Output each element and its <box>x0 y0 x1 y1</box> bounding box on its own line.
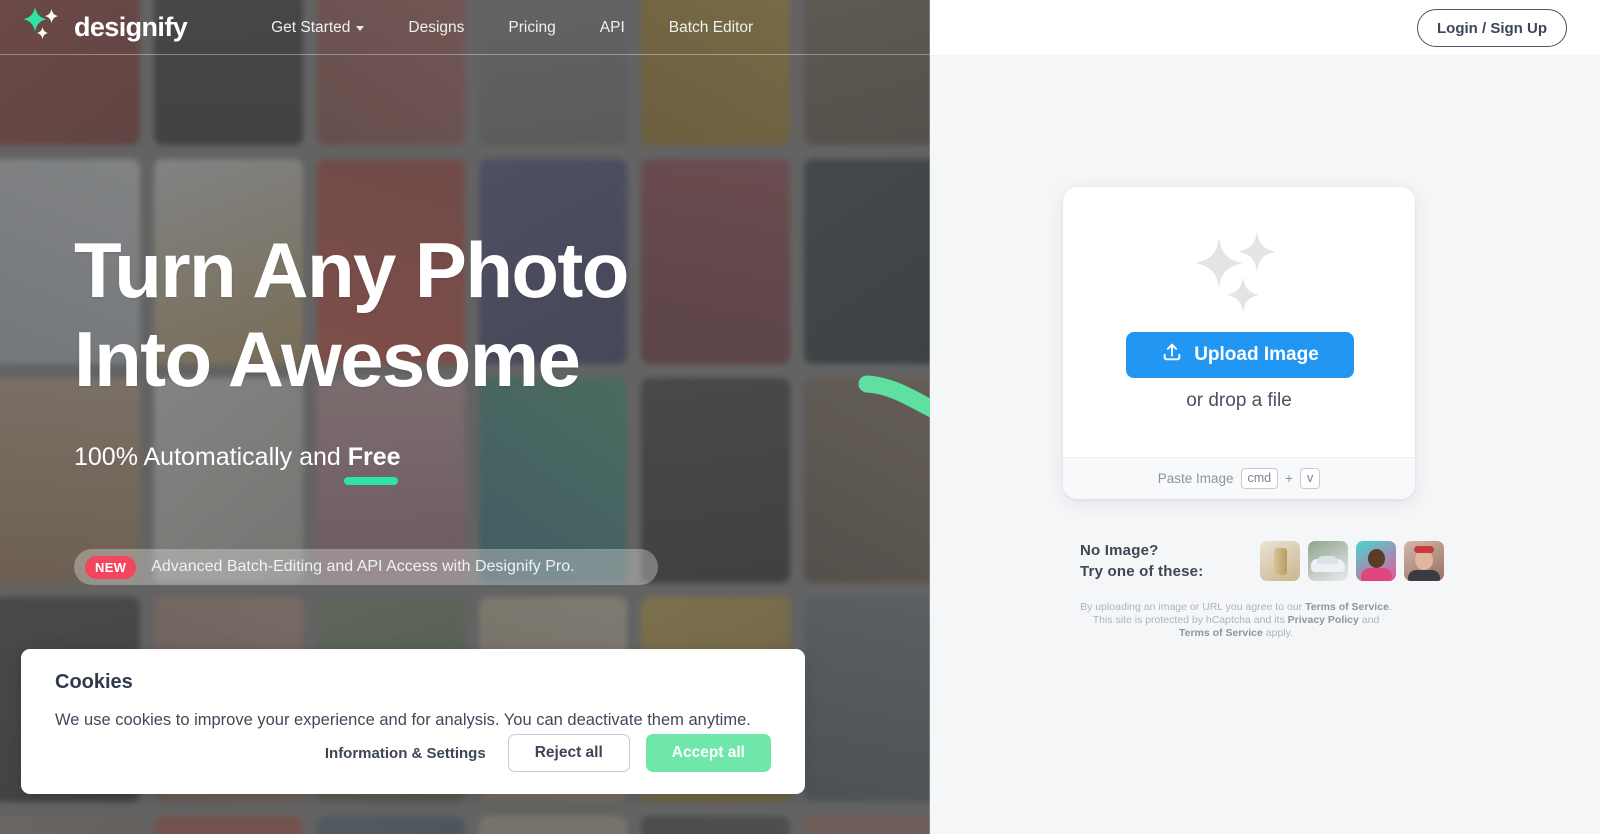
paste-image-label: Paste Image <box>1157 471 1234 486</box>
reject-all-button[interactable]: Reject all <box>507 734 630 772</box>
sample-images-label: No Image? Try one of these: <box>1080 540 1203 583</box>
woman-portrait-thumb[interactable] <box>1404 541 1445 582</box>
legal-text-3: and <box>1358 614 1380 627</box>
chevron-down-icon <box>356 26 365 31</box>
nav-item-label: Batch Editor <box>668 18 754 36</box>
headline-line-1: Turn Any Photo <box>74 226 629 314</box>
nav-items: Get Started Designs Pricing API Batch Editor <box>249 19 775 37</box>
cookie-banner-title: Cookies <box>55 671 133 693</box>
paste-image-hint: Paste Image cmd + v <box>1063 457 1415 499</box>
legal-text-1: By uploading an image or URL you agree t… <box>1080 601 1306 613</box>
brand-name: designify <box>74 12 188 42</box>
main-navigation: designify Get Started Designs Pricing API Ba… <box>0 0 930 55</box>
login-signup-button[interactable]: Login / Sign Up <box>1417 9 1567 47</box>
subheading-emphasis: Free <box>347 443 401 471</box>
nav-item-label: Get Started <box>271 18 351 36</box>
upload-panel: Login / Sign Up Upload Image or drop a f… <box>930 0 1600 834</box>
privacy-policy-link[interactable]: Privacy Policy <box>1288 614 1359 626</box>
key-plus-separator: + <box>1285 471 1294 486</box>
nav-item-pricing[interactable]: Pricing <box>486 19 577 37</box>
headline-line-2: Into Awesome <box>74 315 581 404</box>
try-one-line: Try one of these: <box>1080 563 1204 581</box>
legal-text-4: apply. <box>1262 627 1294 640</box>
cookie-consent-banner: Cookies We use cookies to improve your e… <box>21 649 805 794</box>
sparkles-icon <box>1063 231 1415 317</box>
free-underline-accent <box>344 477 398 485</box>
nav-item-label: Pricing <box>508 18 556 36</box>
nav-item-label: API <box>599 18 625 36</box>
drop-file-hint: or drop a file <box>1186 390 1292 411</box>
status-badge: NEW <box>85 555 137 579</box>
page-root: Turn Any Photo Into Awesome 100% Automat… <box>0 0 1600 834</box>
terms-of-service-link-2[interactable]: Terms of Service <box>1179 627 1263 639</box>
terms-of-service-link-1[interactable]: Terms of Service <box>1305 601 1389 613</box>
no-image-line: No Image? <box>1080 542 1159 559</box>
man-portrait-thumb[interactable] <box>1356 541 1397 582</box>
promo-banner-text: Advanced Batch-Editing and API Access wi… <box>151 558 575 575</box>
accept-all-button[interactable]: Accept all <box>645 734 771 772</box>
cookie-banner-body: We use cookies to improve your experienc… <box>55 711 751 729</box>
upload-image-button[interactable]: Upload Image <box>1126 332 1354 378</box>
cookie-banner-actions: Information & Settings Reject all Accept… <box>319 734 771 772</box>
upload-arrow-icon <box>1161 341 1183 369</box>
sample-thumbnails <box>1260 541 1445 582</box>
nav-item-api[interactable]: API <box>578 19 647 37</box>
page-title: Turn Any Photo Into Awesome <box>74 231 629 404</box>
keyboard-key-v: v <box>1300 468 1321 489</box>
white-car-thumb[interactable] <box>1308 541 1349 582</box>
sparkle-logo-icon <box>22 5 64 50</box>
nav-item-designs[interactable]: Designs <box>386 19 486 37</box>
promo-banner[interactable]: NEW Advanced Batch-Editing and API Acces… <box>74 549 658 585</box>
upload-image-button-label: Upload Image <box>1194 344 1319 365</box>
legal-disclaimer: By uploading an image or URL you agree t… <box>1080 601 1392 640</box>
nav-item-batch-editor[interactable]: Batch Editor <box>647 19 775 37</box>
nav-item-get-started[interactable]: Get Started <box>249 19 386 37</box>
sample-images-section: No Image? Try one of these: <box>1080 540 1445 583</box>
brand-logo[interactable]: designify <box>22 5 188 50</box>
keyboard-key-cmd: cmd <box>1240 468 1279 489</box>
upload-dropzone-card[interactable]: Upload Image or drop a file Paste Image … <box>1063 187 1415 499</box>
nav-item-label: Designs <box>408 18 465 36</box>
hero-subheading: 100% Automatically and Free <box>74 443 401 472</box>
subheading-text: 100% Automatically and <box>74 443 348 471</box>
information-settings-button[interactable]: Information & Settings <box>319 745 492 762</box>
product-cylinder-thumb[interactable] <box>1260 541 1301 582</box>
